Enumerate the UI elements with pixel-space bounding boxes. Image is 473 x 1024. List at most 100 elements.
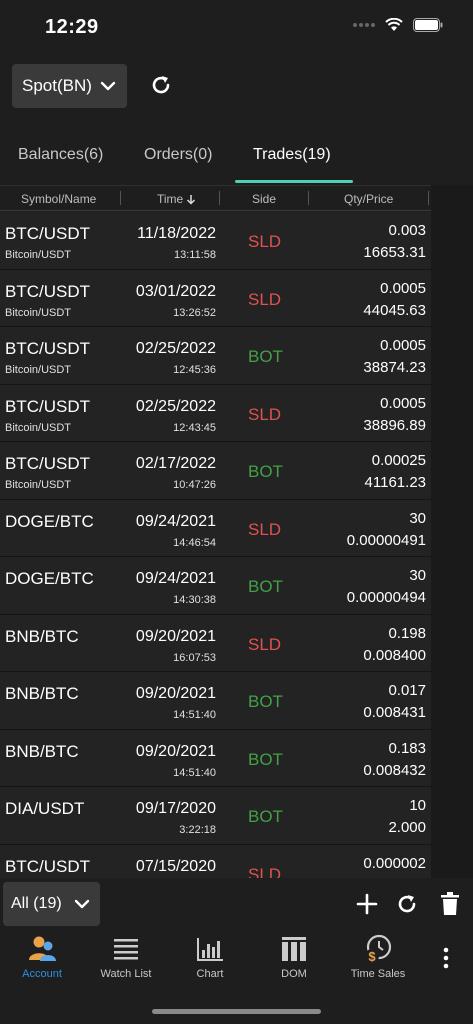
market-select[interactable]: Spot(BN) <box>12 64 127 108</box>
nav-dom[interactable]: DOM <box>252 928 336 988</box>
dom-icon <box>282 937 306 961</box>
trash-icon[interactable] <box>437 890 463 918</box>
filter-select-label: All (19) <box>11 895 62 912</box>
trade-time: 12:43:45 <box>173 421 216 434</box>
trade-time: 14:51:40 <box>173 766 216 779</box>
trade-date: 09/24/2021 <box>135 570 216 587</box>
trade-name: Bitcoin/USDT <box>5 479 72 491</box>
wifi-icon <box>385 18 403 31</box>
bottom-nav: Account Watch List Chart DOM $ Time Sale… <box>0 928 473 990</box>
column-symbol[interactable]: Symbol/Name <box>21 192 96 206</box>
trade-side: SLD <box>248 519 282 539</box>
chevron-down-icon <box>100 81 116 91</box>
trade-price: 0.00000491 <box>346 531 426 549</box>
filter-select[interactable]: All (19) <box>3 882 100 926</box>
refresh-icon[interactable] <box>148 72 174 98</box>
status-bar: 12:29 <box>0 0 473 56</box>
nav-account-label: Account <box>22 968 62 980</box>
trade-price: 38896.89 <box>363 416 426 434</box>
trade-price: 0.008431 <box>363 704 426 721</box>
trade-qty: 0.003 <box>388 222 426 239</box>
table-header: Symbol/Name Time Side Qty/Price <box>0 185 431 211</box>
trade-symbol: DOGE/BTC <box>5 569 94 588</box>
table-row[interactable]: BTC/USDT Bitcoin/USDT 03/01/2022 13:26:52 SL… <box>0 270 431 327</box>
trade-side: SLD <box>248 232 282 251</box>
trades-list[interactable]: BTC/USDT Bitcoin/USDT 11/18/2022 13:11:58 SL… <box>0 212 431 878</box>
trade-qty: 0.0005 <box>380 279 426 297</box>
table-row[interactable]: BNB/BTC 09/20/2021 14:51:40 BOT 0.017 0.00843… <box>0 672 431 730</box>
trade-side: SLD <box>248 634 282 654</box>
nav-chart[interactable]: Chart <box>168 928 252 988</box>
column-divider <box>428 191 429 205</box>
nav-watch-list[interactable]: Watch List <box>84 928 168 988</box>
table-row[interactable]: BTC/USDT Bitcoin/USDT 02/17/2022 10:47:26 BO… <box>0 442 431 500</box>
trade-time: 16:07:53 <box>173 651 216 664</box>
column-side[interactable]: Side <box>252 192 276 206</box>
trade-name: Bitcoin/USDT <box>5 249 72 261</box>
svg-text:$: $ <box>368 949 376 964</box>
trade-date: 09/20/2021 <box>135 627 216 645</box>
tab-balances[interactable]: Balances(6) <box>18 146 103 164</box>
trade-symbol: BNB/BTC <box>5 626 79 646</box>
nav-watch-list-label: Watch List <box>100 968 152 980</box>
trade-side: SLD <box>248 864 282 879</box>
trade-name: Bitcoin/USDT <box>5 421 72 434</box>
table-row[interactable]: DOGE/BTC 09/24/2021 14:46:54 SLD 30 0.0000049… <box>0 500 431 557</box>
trade-qty: 0.183 <box>388 739 426 757</box>
add-icon[interactable] <box>354 890 380 918</box>
trade-qty: 30 <box>409 509 426 527</box>
column-time[interactable]: Time <box>157 192 196 206</box>
trade-symbol: DOGE/BTC <box>5 511 94 531</box>
trade-price: 41161.23 <box>364 474 426 491</box>
table-row[interactable]: BTC/USDT Bitcoin/USDT 11/18/2022 13:11:58 SL… <box>0 212 431 270</box>
trade-name: Bitcoin/USDT <box>5 364 72 376</box>
trade-date: 09/17/2020 <box>135 800 216 817</box>
table-row[interactable]: DOGE/BTC 09/24/2021 14:30:38 BOT 30 0.0000049… <box>0 557 431 615</box>
table-row[interactable]: DIA/USDT 09/17/2020 3:22:18 BOT 10 2.000 <box>0 787 431 845</box>
trade-date: 09/24/2021 <box>135 512 216 530</box>
trade-time: 13:11:58 <box>173 249 216 261</box>
trade-symbol: BTC/USDT <box>5 281 90 301</box>
trade-symbol: BTC/USDT <box>5 856 90 876</box>
table-row[interactable]: BTC/USDT Bitcoin/USDT 02/25/2022 12:43:45 SL… <box>0 385 431 442</box>
trade-name: Bitcoin/USDT <box>5 306 72 319</box>
table-row[interactable]: BNB/BTC 09/20/2021 16:07:53 SLD 0.198 0.00840… <box>0 615 431 672</box>
chevron-down-icon <box>74 899 90 909</box>
tab-trades[interactable]: Trades(19) <box>253 146 331 164</box>
trade-time: 14:51:40 <box>173 709 216 721</box>
trade-price: 0.00000494 <box>346 589 426 606</box>
trade-time: 3:22:18 <box>179 824 216 836</box>
trade-symbol: BNB/BTC <box>5 684 79 703</box>
more-vertical-icon[interactable] <box>436 946 456 970</box>
watch-list-icon <box>114 939 138 960</box>
signal-icon <box>353 23 375 27</box>
trade-side: BOT <box>248 462 283 481</box>
column-divider <box>308 191 309 205</box>
trade-side: BOT <box>248 692 283 711</box>
trade-symbol: BTC/USDT <box>5 454 90 473</box>
status-icons <box>353 18 443 32</box>
nav-time-sales[interactable]: $ Time Sales <box>336 928 420 988</box>
trade-date: 02/25/2022 <box>135 340 216 357</box>
table-row[interactable]: BTC/USDT Bitcoin/USDT 02/25/2022 12:45:36 BO… <box>0 327 431 385</box>
table-row[interactable]: BTC/USDT 07/15/2020 SLD 0.000002 <box>0 845 431 879</box>
nav-account[interactable]: Account <box>0 928 84 988</box>
trade-qty: 0.0005 <box>380 337 426 354</box>
refresh-icon[interactable] <box>394 890 420 918</box>
nav-dom-label: DOM <box>281 968 307 980</box>
tab-orders[interactable]: Orders(0) <box>144 146 212 164</box>
trade-date: 02/17/2022 <box>135 455 216 472</box>
trade-qty: 0.198 <box>388 624 426 642</box>
trade-symbol: DIA/USDT <box>5 799 85 818</box>
trade-price: 44045.63 <box>363 301 426 319</box>
trade-time: 13:26:52 <box>173 306 216 319</box>
trade-time: 14:46:54 <box>173 536 216 549</box>
scroll-gutter <box>431 185 473 878</box>
nav-chart-label: Chart <box>196 968 224 980</box>
column-time-label: Time <box>157 192 184 206</box>
trade-side: SLD <box>248 289 282 309</box>
column-qty-price[interactable]: Qty/Price <box>344 192 393 206</box>
table-row[interactable]: BNB/BTC 09/20/2021 14:51:40 BOT 0.183 0.00843… <box>0 730 431 787</box>
time-sales-icon: $ <box>365 934 392 964</box>
trade-qty: 0.0005 <box>380 394 426 412</box>
